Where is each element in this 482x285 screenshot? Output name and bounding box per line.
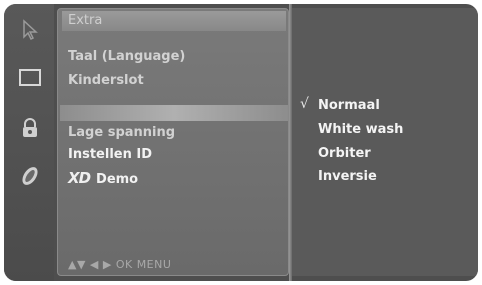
extra-menu-panel: Extra Taal (Language) Kinderslot Lage sp…: [57, 8, 289, 276]
menu-item-language[interactable]: Taal (Language): [68, 49, 185, 64]
menu-item-set-id[interactable]: Instellen ID: [68, 147, 152, 162]
submenu-item-normaal[interactable]: Normaal: [318, 98, 380, 113]
option-icon[interactable]: [18, 164, 42, 188]
menu-title: Extra: [62, 11, 286, 31]
menu-item-label: Demo: [96, 172, 139, 187]
menu-item-child-lock[interactable]: Kinderslot: [68, 73, 144, 88]
category-icon-strip: [4, 4, 54, 281]
submenu-item-white-wash[interactable]: White wash: [318, 122, 403, 137]
screen-icon[interactable]: [18, 66, 42, 90]
submenu-item-inversie[interactable]: Inversie: [318, 169, 377, 184]
check-icon: √: [300, 96, 309, 112]
submenu-panel: √ Normaal White wash Orbiter Inversie: [292, 8, 478, 276]
menu-item-selected-highlight[interactable]: [60, 105, 288, 121]
menu-item-xd-demo[interactable]: XD Demo: [68, 169, 138, 187]
tv-osd-screen: Extra Taal (Language) Kinderslot Lage sp…: [4, 4, 478, 281]
cursor-icon[interactable]: [18, 18, 42, 42]
navigation-hint: ▲▼ ◀ ▶ OK MENU: [68, 258, 172, 271]
xd-logo: XD: [68, 169, 91, 187]
lock-icon[interactable]: [18, 116, 42, 140]
submenu-item-orbiter[interactable]: Orbiter: [318, 146, 371, 161]
menu-item-low-voltage[interactable]: Lage spanning: [68, 125, 175, 140]
